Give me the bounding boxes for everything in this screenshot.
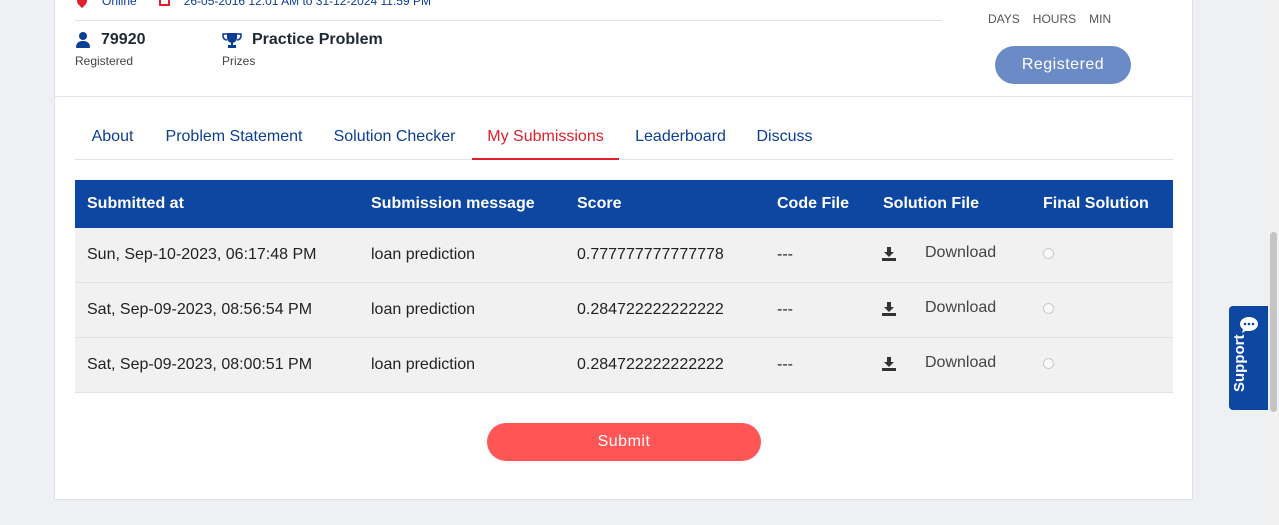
cell-message: loan prediction	[371, 356, 476, 373]
download-link[interactable]: Download	[925, 228, 996, 278]
table-header: Submitted at Submission message Score Co…	[75, 180, 1173, 228]
header-score[interactable]: Score	[577, 180, 621, 228]
final-solution-radio[interactable]	[1043, 303, 1054, 314]
prizes-label: Prizes	[222, 54, 256, 68]
header-final-solution[interactable]: Final Solution	[1043, 180, 1149, 228]
tab-problem-statement[interactable]: Problem Statement	[150, 118, 318, 158]
prizes-stat: Practice Problem Prizes	[222, 31, 383, 68]
tab-discuss[interactable]: Discuss	[742, 118, 827, 158]
header-divider	[54, 96, 1193, 97]
cell-submitted-at: Sun, Sep-10-2023, 06:17:48 PM	[87, 246, 317, 263]
tab-about[interactable]: About	[75, 118, 150, 158]
calendar-icon	[158, 0, 170, 6]
final-solution-radio[interactable]	[1043, 358, 1054, 369]
page-scrollbar-thumb[interactable]	[1270, 232, 1277, 412]
trophy-icon	[222, 32, 242, 48]
final-solution-radio[interactable]	[1043, 248, 1054, 259]
support-tab[interactable]: Support	[1229, 306, 1268, 410]
timer-hours-label: HOURS	[1032, 12, 1077, 26]
tab-bar: About Problem Statement Solution Checker…	[75, 118, 1173, 160]
cell-code-file: ---	[777, 356, 793, 373]
tab-leaderboard[interactable]: Leaderboard	[619, 118, 742, 158]
header-submitted-at[interactable]: Submitted at	[87, 180, 184, 228]
map-pin-icon	[74, 0, 90, 9]
table-row: Sun, Sep-10-2023, 06:17:48 PM loan predi…	[75, 228, 1173, 283]
cell-message: loan prediction	[371, 246, 476, 263]
registered-label: Registered	[75, 54, 134, 68]
tab-my-submissions[interactable]: My Submissions	[472, 118, 619, 160]
header-submission-message[interactable]: Submission message	[371, 180, 535, 228]
download-link[interactable]: Download	[925, 283, 996, 333]
tab-solution-checker[interactable]: Solution Checker	[318, 118, 471, 158]
event-info-row: Online 26-05-2016 12:01 AM to 31-12-2024…	[74, 0, 431, 9]
divider	[75, 20, 942, 21]
cell-code-file: ---	[777, 301, 793, 318]
support-label: Support	[1231, 334, 1248, 393]
table-row: Sat, Sep-09-2023, 08:00:51 PM loan predi…	[75, 338, 1173, 393]
timer-days-label: DAYS	[988, 12, 1020, 26]
download-icon[interactable]	[882, 357, 896, 371]
cell-submitted-at: Sat, Sep-09-2023, 08:56:54 PM	[87, 301, 313, 318]
submissions-table: Submitted at Submission message Score Co…	[75, 180, 1173, 393]
countdown-labels: DAYS HOURS MIN	[988, 12, 1124, 26]
download-icon[interactable]	[882, 247, 896, 261]
submit-button[interactable]: Submit	[487, 423, 761, 461]
cell-message: loan prediction	[371, 301, 476, 318]
registered-count: 79920	[101, 31, 146, 48]
prizes-value: Practice Problem	[252, 31, 383, 48]
event-date-range: 26-05-2016 12:01 AM to 31-12-2024 11:59 …	[183, 0, 431, 8]
cell-submitted-at: Sat, Sep-09-2023, 08:00:51 PM	[87, 356, 313, 373]
cell-score: 0.777777777777778	[577, 246, 724, 263]
header-code-file[interactable]: Code File	[777, 180, 849, 228]
cell-score: 0.284722222222222	[577, 356, 724, 373]
timer-min-label: MIN	[1089, 12, 1112, 26]
header-solution-file[interactable]: Solution File	[883, 180, 979, 228]
table-row: Sat, Sep-09-2023, 08:56:54 PM loan predi…	[75, 283, 1173, 338]
download-icon[interactable]	[882, 302, 896, 316]
cell-code-file: ---	[777, 246, 793, 263]
event-location: Online	[102, 0, 137, 8]
registered-button[interactable]: Registered	[995, 46, 1131, 84]
person-icon	[75, 31, 91, 49]
download-link[interactable]: Download	[925, 338, 996, 388]
cell-score: 0.284722222222222	[577, 301, 724, 318]
registered-stat: 79920 Registered	[75, 31, 146, 68]
